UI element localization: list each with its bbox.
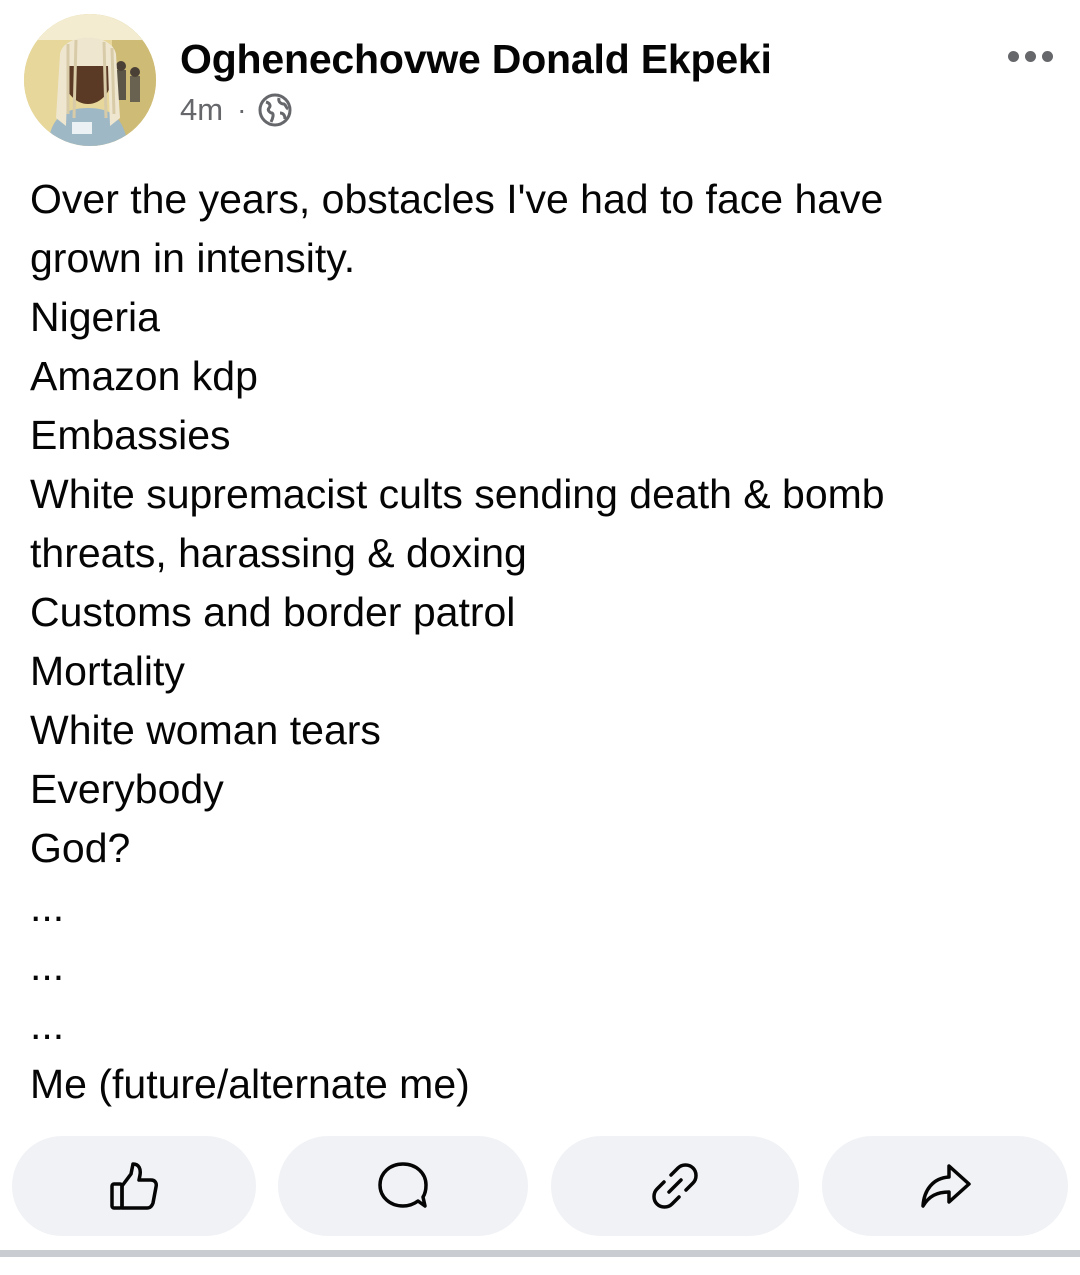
like-button[interactable] bbox=[12, 1136, 256, 1236]
post-text-line: White woman tears bbox=[30, 707, 381, 753]
post-text-line: ... bbox=[30, 943, 65, 989]
thumbs-up-icon bbox=[110, 1162, 158, 1210]
post-text-line: Amazon kdp bbox=[30, 353, 258, 399]
link-icon bbox=[652, 1163, 698, 1209]
avatar-photo bbox=[24, 14, 156, 146]
post-text-line: ... bbox=[30, 884, 65, 930]
post-text-line: Customs and border patrol bbox=[30, 589, 516, 635]
post-text-line: Over the years, obstacles I've had to fa… bbox=[30, 176, 884, 222]
author-avatar[interactable] bbox=[24, 14, 156, 146]
comment-icon bbox=[378, 1162, 428, 1208]
post-text-line: grown in intensity. bbox=[30, 235, 356, 281]
share-button[interactable] bbox=[822, 1136, 1068, 1236]
post-text-line: White supremacist cults sending death & … bbox=[30, 471, 885, 517]
post-text-line: Nigeria bbox=[30, 294, 160, 340]
more-options-icon bbox=[1024, 50, 1036, 62]
author-name[interactable]: Oghenechovwe Donald Ekpeki bbox=[180, 36, 772, 83]
post-text-line: Me (future/alternate me) bbox=[30, 1061, 470, 1107]
globe-icon[interactable] bbox=[258, 93, 292, 127]
post-text-line: Mortality bbox=[30, 648, 185, 694]
meta-separator: · bbox=[237, 94, 247, 125]
post-divider bbox=[0, 1250, 1080, 1257]
copy-link-button[interactable] bbox=[551, 1136, 799, 1236]
post-text-line: threats, harassing & doxing bbox=[30, 530, 527, 576]
post-text-line: ... bbox=[30, 1002, 65, 1048]
post-body: Over the years, obstacles I've had to fa… bbox=[30, 170, 1060, 1114]
post-text-line: Embassies bbox=[30, 412, 231, 458]
more-options-icon bbox=[1041, 50, 1053, 62]
more-options-button[interactable] bbox=[998, 38, 1062, 74]
post-action-bar bbox=[0, 1136, 1080, 1236]
more-options-icon bbox=[1007, 50, 1019, 62]
post-meta: 4m · bbox=[180, 90, 292, 130]
post-text-line: God? bbox=[30, 825, 131, 871]
share-icon bbox=[921, 1164, 971, 1208]
facebook-post: Oghenechovwe Donald Ekpeki 4m · Over the… bbox=[0, 0, 1080, 1275]
post-timestamp[interactable]: 4m bbox=[180, 92, 223, 128]
post-text-line: Everybody bbox=[30, 766, 224, 812]
post-header: Oghenechovwe Donald Ekpeki 4m · bbox=[0, 0, 1080, 150]
comment-button[interactable] bbox=[278, 1136, 528, 1236]
